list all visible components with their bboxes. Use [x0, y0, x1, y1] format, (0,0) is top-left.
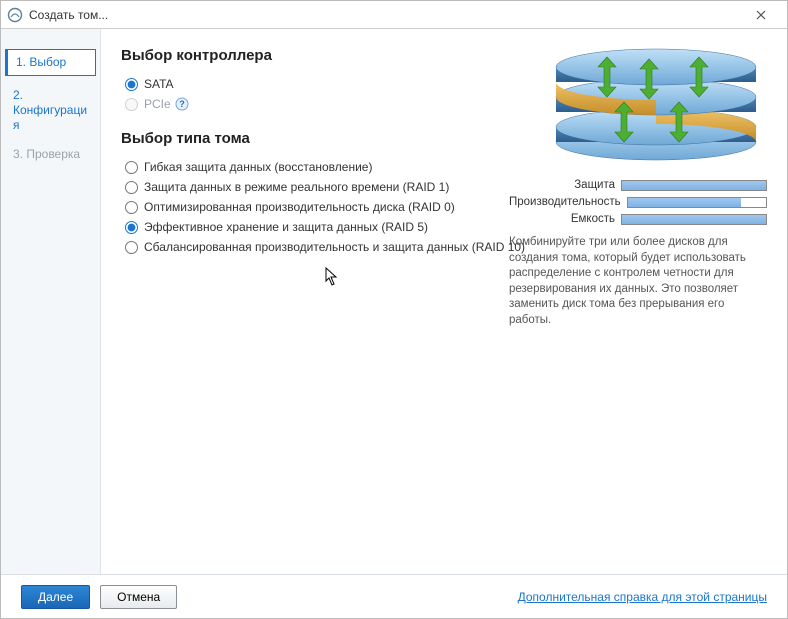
meter-row-capacity: Емкость	[509, 213, 767, 225]
info-panel: Защита Производительность Емкость	[509, 179, 767, 328]
app-icon	[7, 7, 23, 23]
meter-bar-protection	[621, 180, 767, 191]
raid-illustration	[545, 37, 767, 167]
meter-label: Производительность	[509, 196, 627, 208]
controller-label: SATA	[144, 77, 174, 91]
volume-type-label: Гибкая защита данных (восстановление)	[144, 160, 372, 174]
wizard-body: 1. Выбор 2. Конфигурация 3. Проверка Выб…	[1, 29, 787, 574]
volume-type-label: Эффективное хранение и защита данных (RA…	[144, 220, 428, 234]
meter-fill	[622, 215, 766, 224]
meter-fill	[628, 198, 741, 207]
meter-label: Емкость	[509, 213, 621, 225]
cursor-icon	[325, 267, 339, 287]
controller-label: PCIe	[144, 97, 171, 111]
sidebar-step-select[interactable]: 1. Выбор	[5, 49, 96, 76]
volume-type-radio[interactable]	[125, 221, 138, 234]
close-button[interactable]	[741, 1, 781, 28]
meter-label: Защита	[509, 179, 621, 191]
volume-type-radio[interactable]	[125, 201, 138, 214]
meter-bar-capacity	[621, 214, 767, 225]
controller-radio-pcie	[125, 98, 138, 111]
sidebar-step-configure[interactable]: 2. Конфигурация	[1, 82, 100, 139]
wizard-window: Создать том... 1. Выбор 2. Конфигурация …	[0, 0, 788, 619]
volume-type-radio[interactable]	[125, 241, 138, 254]
titlebar: Создать том...	[1, 1, 787, 29]
svg-text:?: ?	[179, 99, 185, 109]
window-title: Создать том...	[29, 8, 741, 22]
help-link[interactable]: Дополнительная справка для этой страницы	[518, 590, 767, 604]
volume-type-radio[interactable]	[125, 181, 138, 194]
footer: Далее Отмена Дополнительная справка для …	[1, 574, 787, 618]
volume-type-radio[interactable]	[125, 161, 138, 174]
sidebar-step-verify: 3. Проверка	[1, 141, 100, 168]
meter-row-protection: Защита	[509, 179, 767, 191]
next-button[interactable]: Далее	[21, 585, 90, 609]
controller-radio-sata[interactable]	[125, 78, 138, 91]
meter-row-performance: Производительность	[509, 196, 767, 208]
cancel-button[interactable]: Отмена	[100, 585, 177, 609]
meter-fill	[622, 181, 766, 190]
volume-type-label: Оптимизированная производительность диск…	[144, 200, 455, 214]
content-area: Выбор контроллера SATA PCIe ?	[101, 29, 787, 574]
sidebar: 1. Выбор 2. Конфигурация 3. Проверка	[1, 29, 101, 574]
info-description: Комбинируйте три или более дисков для со…	[509, 235, 767, 328]
help-icon[interactable]: ?	[175, 97, 189, 111]
volume-type-label: Защита данных в режиме реального времени…	[144, 180, 449, 194]
meter-bar-performance	[627, 197, 767, 208]
volume-type-label: Сбалансированная производительность и за…	[144, 240, 525, 254]
